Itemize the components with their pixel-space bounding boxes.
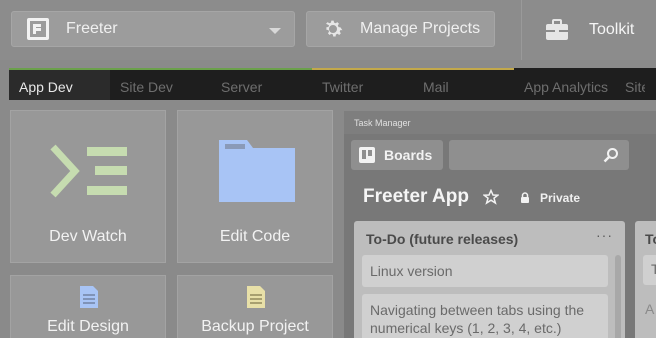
toolkit-label: Toolkit xyxy=(589,21,635,38)
tile-label: Dev Watch xyxy=(49,228,127,245)
board-search-input[interactable] xyxy=(449,140,629,170)
project-name: Freeter xyxy=(66,20,118,37)
list-card[interactable]: Navigating between tabs using the numeri… xyxy=(362,294,608,338)
folder-icon xyxy=(219,140,295,202)
list-scrollbar[interactable] xyxy=(615,255,621,338)
lock-icon xyxy=(521,192,529,203)
tile-edit-design[interactable]: Edit Design xyxy=(10,275,166,338)
boards-icon xyxy=(359,147,375,163)
search-icon xyxy=(603,148,618,163)
chevron-down-icon xyxy=(269,28,281,34)
manage-projects-button[interactable]: Manage Projects xyxy=(306,11,495,47)
gear-icon xyxy=(326,20,343,37)
visibility-label[interactable]: Private xyxy=(540,191,580,205)
tile-dev-watch[interactable]: Dev Watch xyxy=(10,110,166,263)
task-manager-widget: Task Manager Boards Freeter App Private xyxy=(344,111,656,338)
project-tabs: App Dev Site Dev Server Twitter Mail App… xyxy=(0,60,656,104)
boards-button[interactable]: Boards xyxy=(351,140,443,170)
project-selector[interactable]: Freeter xyxy=(11,11,295,47)
top-bar: Freeter Manage Projects Toolkit xyxy=(0,0,656,60)
tile-edit-code[interactable]: Edit Code xyxy=(177,110,333,263)
add-card-link[interactable]: A xyxy=(645,301,654,317)
terminal-icon xyxy=(50,144,127,198)
toolkit-button[interactable]: Toolkit xyxy=(521,0,656,60)
freeter-logo-icon xyxy=(27,18,49,40)
tile-backup-project[interactable]: Backup Project xyxy=(177,275,333,338)
list-second: To T A xyxy=(635,221,656,338)
briefcase-icon xyxy=(546,19,568,40)
tab-app-analytics[interactable]: App Analytics xyxy=(514,68,615,100)
tile-label: Backup Project xyxy=(201,318,309,335)
boards-label: Boards xyxy=(384,147,433,163)
list-todo: To-Do (future releases) ··· Linux versio… xyxy=(354,221,625,338)
tab-site-dev[interactable]: Site Dev xyxy=(110,68,211,100)
list-title: To xyxy=(645,231,656,247)
tile-label: Edit Code xyxy=(219,228,291,245)
document-icon xyxy=(80,286,98,308)
star-icon[interactable] xyxy=(483,189,499,205)
tab-app-dev[interactable]: App Dev xyxy=(9,68,110,100)
list-title: To-Do (future releases) xyxy=(366,231,519,247)
manage-projects-label: Manage Projects xyxy=(360,20,481,37)
tab-twitter[interactable]: Twitter xyxy=(312,68,413,100)
list-card[interactable]: Linux version xyxy=(362,255,608,287)
tab-server[interactable]: Server xyxy=(211,68,312,100)
tab-strip: App Dev Site Dev Server Twitter Mail App… xyxy=(9,68,656,100)
list-card-text: T xyxy=(651,261,656,277)
list-card[interactable]: T xyxy=(643,255,656,285)
list-menu-icon[interactable]: ··· xyxy=(596,227,613,243)
tab-mail[interactable]: Mail xyxy=(413,68,514,100)
task-manager-title: Task Manager xyxy=(354,118,411,128)
tile-label: Edit Design xyxy=(47,318,129,335)
tab-site[interactable]: Site xyxy=(615,68,645,100)
board-title[interactable]: Freeter App xyxy=(363,186,469,208)
document-icon xyxy=(247,286,265,308)
trello-board: Boards Freeter App Private To-Do (future… xyxy=(344,134,656,338)
